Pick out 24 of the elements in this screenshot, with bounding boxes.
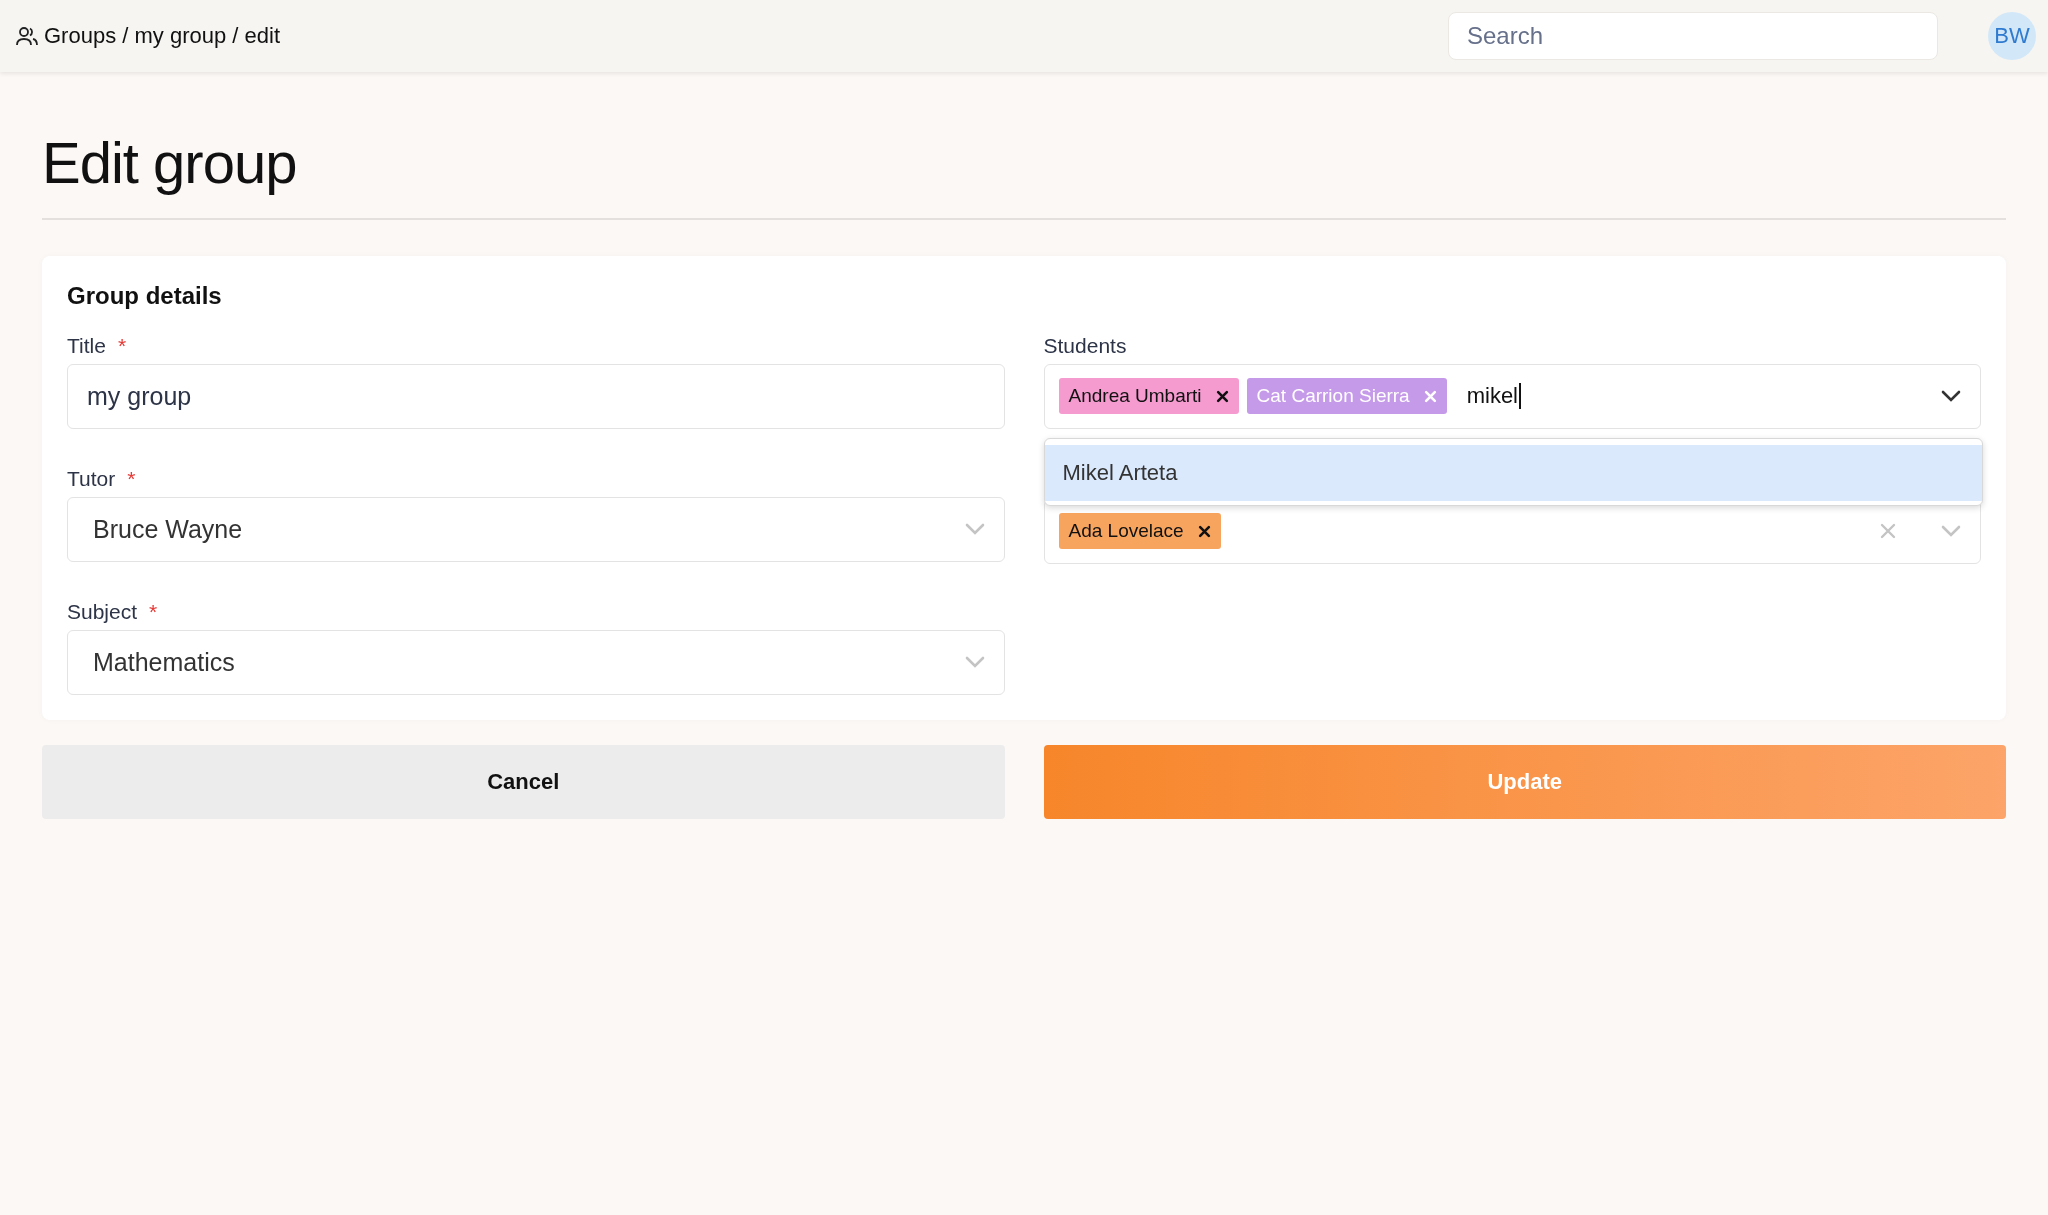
required-mark: *	[127, 466, 136, 491]
student-tag[interactable]: Ada Lovelace	[1058, 513, 1221, 550]
required-mark: *	[117, 333, 127, 358]
student-tag[interactable]: Andrea Umbarti	[1058, 378, 1239, 415]
field-label: Title	[67, 333, 106, 358]
select-field[interactable]: Bruce Wayne	[67, 496, 1005, 562]
field-label: Students	[1043, 333, 1128, 358]
required-mark: *	[149, 599, 158, 624]
users-icon	[16, 26, 38, 46]
cancel-button[interactable]: Cancel	[42, 744, 1005, 819]
select-field[interactable]: Mathematics	[67, 629, 1005, 695]
dropdown-option[interactable]: Mikel Arteta	[1044, 444, 1982, 501]
field-label: Tutor	[67, 466, 116, 491]
chevron-down-icon[interactable]	[1940, 389, 1962, 404]
breadcrumb: Groups / my group / edit	[44, 23, 280, 49]
field-label: Subject	[67, 599, 138, 624]
remove-icon[interactable]	[1197, 524, 1211, 538]
card-title: Group details	[67, 281, 223, 310]
search-field[interactable]: Search	[1448, 12, 1938, 60]
page-title: Edit group	[42, 128, 2006, 220]
search-query[interactable]: mikel	[1466, 383, 1521, 410]
title-input[interactable]: my group	[67, 363, 1005, 429]
clear-icon[interactable]	[1880, 523, 1896, 540]
remove-icon[interactable]	[1215, 389, 1229, 403]
